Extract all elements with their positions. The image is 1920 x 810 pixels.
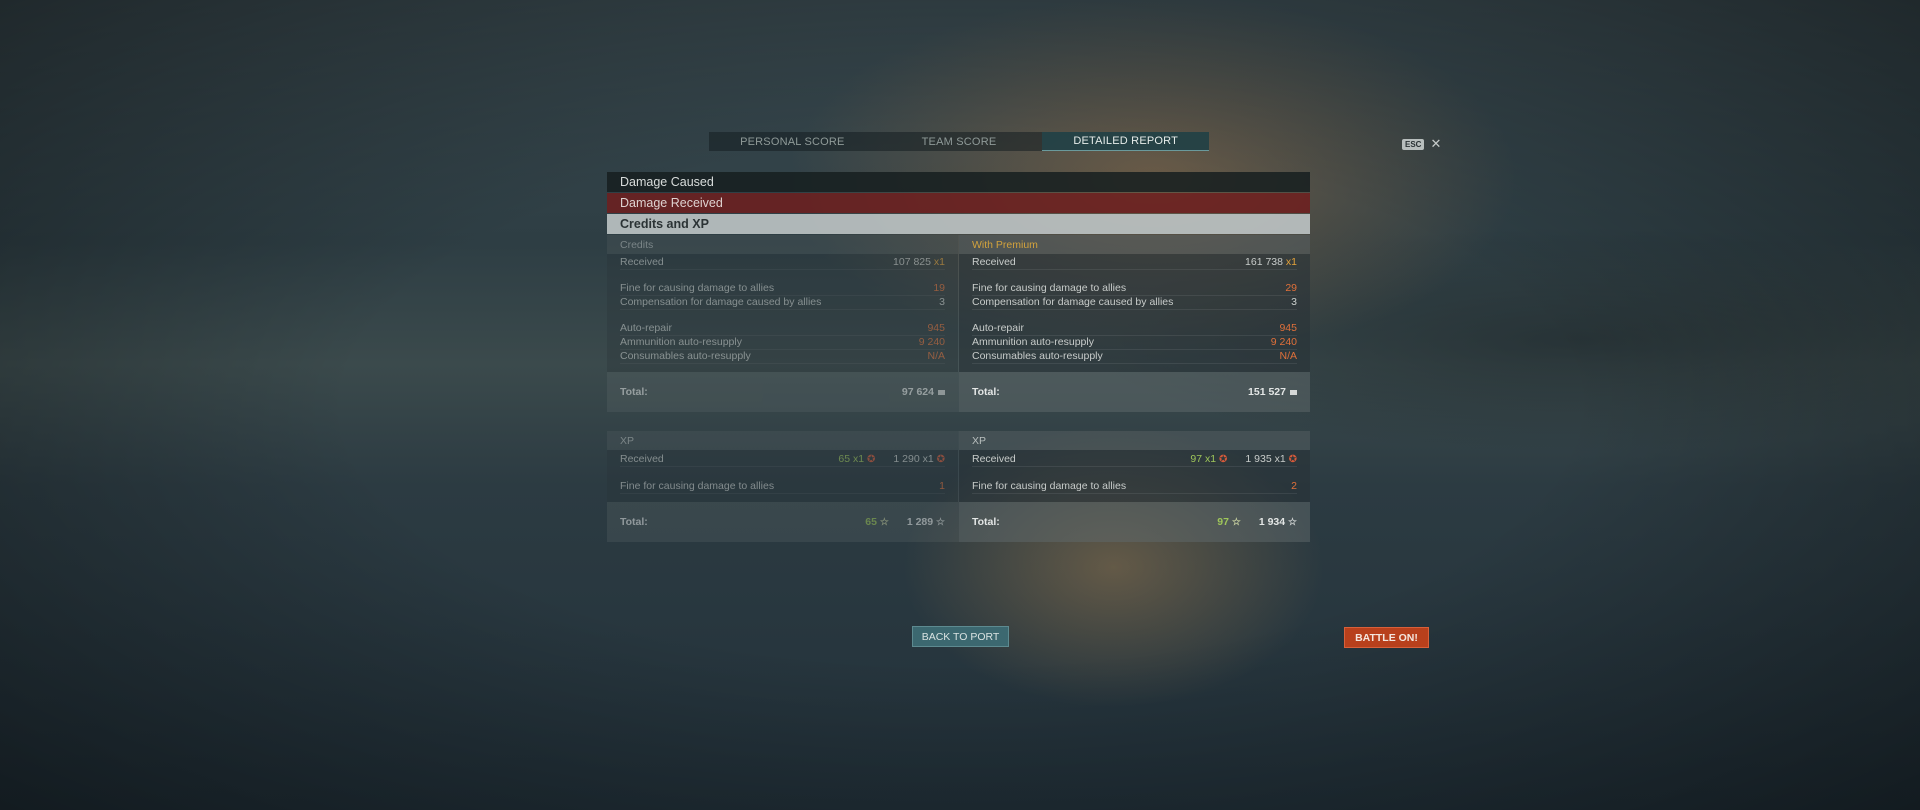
row-label: Consumables auto-resupply	[972, 350, 1103, 362]
credits-premium-total-row: Total: 151 527	[959, 372, 1310, 412]
credits-ammo-row: Ammunition auto-resupply 9 240	[972, 336, 1297, 350]
free-xp-icon: ✪	[867, 454, 876, 465]
row-label: Auto-repair	[972, 322, 1024, 334]
credits-received-row: Received 107 825 x1	[620, 256, 945, 270]
credits-title: Credits	[607, 235, 958, 254]
credits-premium-body: Received 161 738 x1 Fine for causing dam…	[959, 254, 1310, 372]
row-value: 9 240	[918, 336, 945, 348]
esc-key-badge: ESC	[1402, 138, 1425, 150]
credits-autorepair-row: Auto-repair 945	[972, 322, 1297, 336]
xp-received-row: Received 65 x1 ✪ 1 290 x1 ✪	[620, 452, 945, 467]
xp-premium-column: XP Received 97 x1 ✪ 1 935 x1 ✪ Fine for …	[958, 431, 1310, 542]
credits-premium-column: With Premium Received 161 738 x1 Fine fo…	[958, 235, 1310, 412]
free-xp-icon: ☆	[879, 517, 889, 528]
credits-received-row: Received 161 738 x1	[972, 256, 1297, 270]
credits-consumables-row: Consumables auto-resupply N/A	[620, 350, 945, 364]
xp-icon: ☆	[1288, 517, 1297, 528]
row-value: 1	[939, 480, 945, 492]
row-label: Received	[972, 256, 1016, 268]
credits-icon	[1290, 389, 1297, 395]
section-damage-received[interactable]: Damage Received	[607, 193, 1310, 213]
xp-icon: ✪	[936, 454, 945, 465]
row-value: 945	[1279, 322, 1297, 334]
row-label: Auto-repair	[620, 322, 672, 334]
credits-body: Received 107 825 x1 Fine for causing dam…	[607, 254, 958, 372]
row-label: Consumables auto-resupply	[620, 350, 751, 362]
row-value: 945	[927, 322, 945, 334]
row-label: Compensation for damage caused by allies	[620, 296, 822, 308]
credits-compensation-row: Compensation for damage caused by allies…	[620, 296, 945, 310]
row-label: Received	[620, 453, 664, 465]
detailed-report-panel: Damage Caused Damage Received Credits an…	[607, 172, 1310, 542]
row-label: Fine for causing damage to allies	[972, 480, 1127, 492]
total-label: Total:	[972, 516, 1000, 528]
total-values: 65 ☆ 1 289 ☆	[865, 516, 945, 528]
tab-detailed-report[interactable]: DETAILED REPORT	[1042, 132, 1210, 151]
row-value: 161 738 x1	[1245, 256, 1297, 268]
row-value: N/A	[927, 350, 945, 362]
row-value: 29	[1285, 282, 1297, 294]
row-label: Received	[972, 453, 1016, 465]
row-values: 65 x1 ✪ 1 290 x1 ✪	[838, 453, 945, 465]
total-label: Total:	[972, 386, 1000, 398]
section-credits-xp[interactable]: Credits and XP	[607, 214, 1310, 234]
section-damage-caused[interactable]: Damage Caused	[607, 172, 1310, 192]
row-value: 107 825 x1	[893, 256, 945, 268]
tab-team-score[interactable]: TEAM SCORE	[876, 132, 1043, 151]
xp-title: XP	[959, 431, 1310, 450]
premium-title: With Premium	[959, 235, 1310, 254]
row-value: 2	[1291, 480, 1297, 492]
xp-fine-row: Fine for causing damage to allies 1	[620, 479, 945, 494]
xp-grid: XP Received 65 x1 ✪ 1 290 x1 ✪ Fine for …	[607, 431, 1310, 542]
credits-ammo-row: Ammunition auto-resupply 9 240	[620, 336, 945, 350]
row-value: N/A	[1279, 350, 1297, 362]
close-icon[interactable]: ✕	[1430, 136, 1441, 152]
total-values: 97 ☆ 1 934 ☆	[1217, 516, 1297, 528]
battle-on-button[interactable]: BATTLE ON!	[1344, 627, 1429, 648]
row-label: Compensation for damage caused by allies	[972, 296, 1174, 308]
credits-standard-column: Credits Received 107 825 x1 Fine for cau…	[607, 235, 958, 412]
credits-icon	[938, 389, 945, 395]
total-label: Total:	[620, 386, 648, 398]
free-xp-icon: ☆	[1231, 517, 1241, 528]
row-label: Fine for causing damage to allies	[620, 282, 775, 294]
credits-fine-row: Fine for causing damage to allies 19	[620, 282, 945, 296]
xp-premium-body: Received 97 x1 ✪ 1 935 x1 ✪ Fine for cau…	[959, 450, 1310, 502]
row-label: Ammunition auto-resupply	[620, 336, 742, 348]
total-value: 97 624	[902, 386, 945, 398]
xp-title: XP	[607, 431, 958, 450]
row-label: Received	[620, 256, 664, 268]
xp-premium-total-row: Total: 97 ☆ 1 934 ☆	[959, 502, 1310, 542]
xp-body: Received 65 x1 ✪ 1 290 x1 ✪ Fine for cau…	[607, 450, 958, 502]
row-value: 3	[939, 296, 945, 308]
row-label: Ammunition auto-resupply	[972, 336, 1094, 348]
credits-fine-row: Fine for causing damage to allies 29	[972, 282, 1297, 296]
xp-fine-row: Fine for causing damage to allies 2	[972, 479, 1297, 494]
row-values: 97 x1 ✪ 1 935 x1 ✪	[1190, 453, 1297, 465]
row-value: 3	[1291, 296, 1297, 308]
total-label: Total:	[620, 516, 648, 528]
credits-autorepair-row: Auto-repair 945	[620, 322, 945, 336]
esc-close[interactable]: ESC ✕	[1402, 136, 1441, 152]
xp-icon: ✪	[1288, 454, 1297, 465]
xp-icon: ☆	[936, 517, 945, 528]
credits-grid: Credits Received 107 825 x1 Fine for cau…	[607, 235, 1310, 412]
xp-standard-column: XP Received 65 x1 ✪ 1 290 x1 ✪ Fine for …	[607, 431, 958, 542]
row-value: 19	[933, 282, 945, 294]
credits-total-row: Total: 97 624	[607, 372, 958, 412]
credits-consumables-row: Consumables auto-resupply N/A	[972, 350, 1297, 364]
credits-compensation-row: Compensation for damage caused by allies…	[972, 296, 1297, 310]
score-tabs: PERSONAL SCORE TEAM SCORE DETAILED REPOR…	[709, 132, 1210, 151]
row-label: Fine for causing damage to allies	[620, 480, 775, 492]
free-xp-icon: ✪	[1219, 454, 1228, 465]
row-label: Fine for causing damage to allies	[972, 282, 1127, 294]
back-to-port-button[interactable]: BACK TO PORT	[912, 626, 1009, 647]
tab-personal-score[interactable]: PERSONAL SCORE	[709, 132, 876, 151]
xp-received-row: Received 97 x1 ✪ 1 935 x1 ✪	[972, 452, 1297, 467]
xp-total-row: Total: 65 ☆ 1 289 ☆	[607, 502, 958, 542]
total-value: 151 527	[1248, 386, 1297, 398]
row-value: 9 240	[1270, 336, 1297, 348]
